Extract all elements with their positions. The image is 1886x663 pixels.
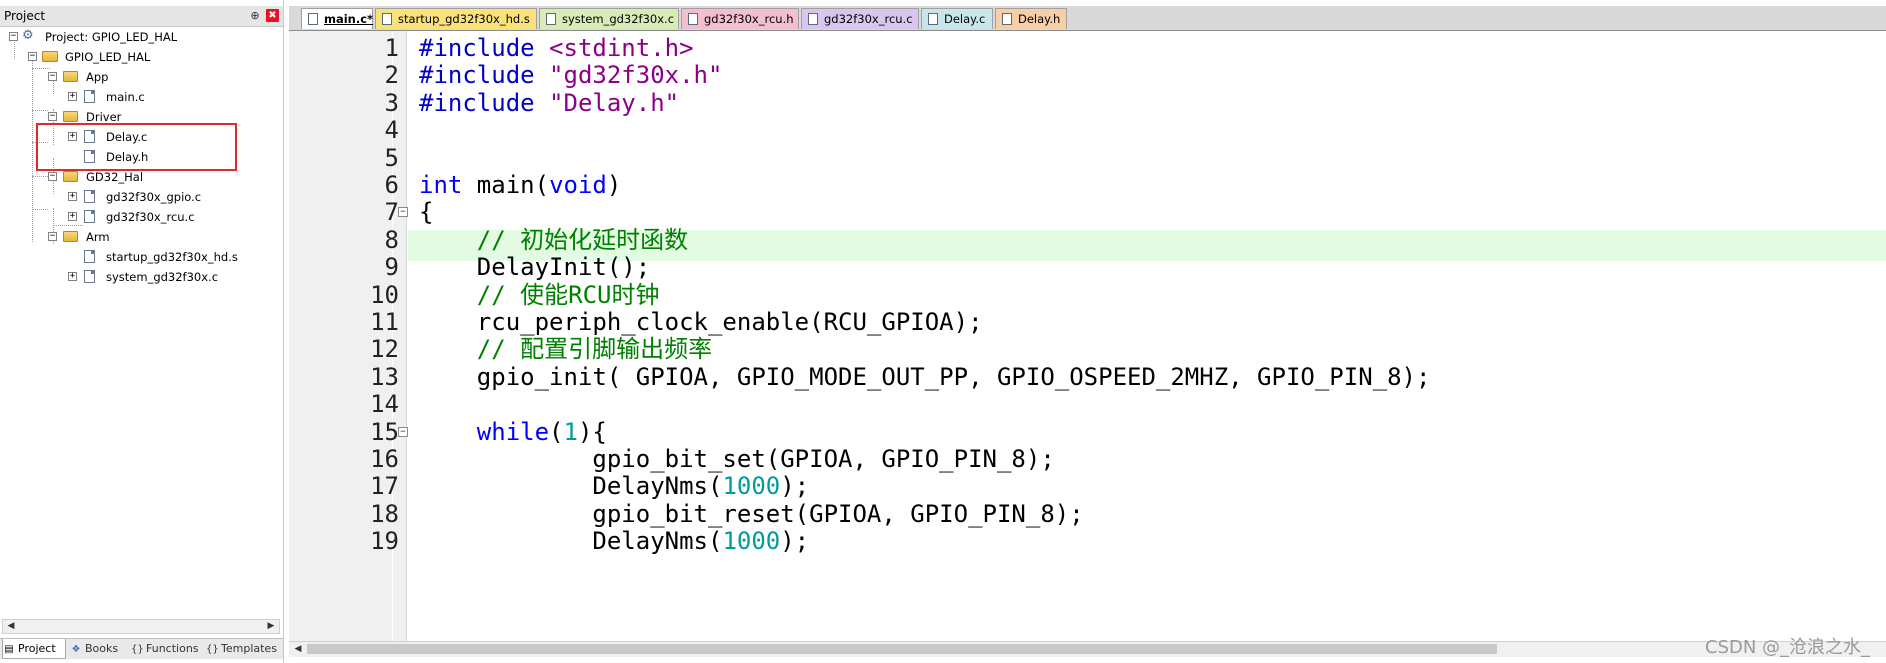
tree-node-label: gd32f30x_gpio.c [106, 190, 202, 204]
code-lines: 1 #include <stdint.h> 2 #include "gd32f30x.… [289, 31, 1886, 641]
header-file-icon [1002, 13, 1012, 25]
functions-icon: {} [131, 644, 144, 655]
tree-node-label: gd32f30x_rcu.c [106, 210, 195, 224]
tree-node-file-main-c[interactable]: + main.c [0, 88, 200, 106]
header-file-icon [688, 13, 698, 25]
tree-node-label: GPIO_LED_HAL [65, 50, 151, 64]
project-bottom-tabs: ▤ Project ❖ Books {} Functions {} Templates [0, 638, 283, 659]
tree-node-file-gpio-c[interactable]: + gd32f30x_gpio.c [0, 188, 220, 206]
project-tab-icon: ▤ [4, 644, 14, 655]
collapse-toggle[interactable]: − [48, 232, 57, 241]
tab-label: Delay.c [944, 12, 986, 26]
tab-rcu-c[interactable]: gd32f30x_rcu.c [801, 8, 919, 29]
c-file-icon [84, 90, 95, 103]
scroll-left-icon[interactable]: ◀ [292, 643, 304, 655]
tab-rcu-h[interactable]: gd32f30x_rcu.h [681, 8, 799, 29]
tree-node-target[interactable]: − GPIO_LED_HAL [0, 48, 200, 66]
folder-open-icon [63, 111, 78, 122]
tab-books[interactable]: ❖ Books [70, 639, 126, 658]
asm-file-icon [382, 13, 392, 25]
tab-delay-h[interactable]: Delay.h [995, 8, 1067, 29]
collapse-toggle[interactable]: − [48, 72, 57, 81]
editor-horizontal-scrollbar[interactable]: ◀ [289, 641, 1886, 657]
expand-toggle[interactable]: + [68, 212, 77, 221]
tree-node-label: startup_gd32f30x_hd.s [106, 250, 238, 264]
collapse-toggle[interactable]: − [48, 172, 57, 181]
c-file-icon [84, 270, 95, 283]
tab-label: Delay.h [1018, 12, 1061, 26]
tree-node-label: main.c [106, 90, 145, 104]
project-panel-header: Project ⊕ ✖ [0, 6, 283, 27]
code-line: #include "Delay.h" [419, 88, 680, 117]
code-line: gpio_init( GPIOA, GPIO_MODE_OUT_PP, GPIO… [419, 362, 1431, 391]
c-file-icon [84, 190, 95, 203]
tab-label: Templates [221, 642, 277, 655]
tab-label: startup_gd32f30x_hd.s [398, 12, 530, 26]
tree-node-group-arm[interactable]: − Arm [0, 228, 200, 246]
asm-file-icon [84, 250, 95, 263]
tree-node-project-root[interactable]: − ⚙ Project: GPIO_LED_HAL [0, 28, 200, 46]
watermark: CSDN @_沧浪之水_ [1705, 637, 1871, 658]
tree-node-group-app[interactable]: − App [0, 68, 200, 86]
expand-toggle[interactable]: + [68, 272, 77, 281]
tab-startup-s[interactable]: startup_gd32f30x_hd.s [375, 8, 537, 29]
fold-toggle[interactable]: − [398, 426, 408, 437]
tab-templates[interactable]: {} Templates [206, 639, 282, 658]
folder-open-icon [63, 171, 78, 182]
project-horizontal-scrollbar[interactable]: ◀ ▶ [2, 619, 280, 634]
fold-toggle[interactable]: − [398, 207, 408, 218]
tab-label: main.c* [324, 12, 374, 26]
editor-tab-bar: main.c* startup_gd32f30x_hd.s system_gd3… [289, 6, 1886, 31]
project-panel: Project ⊕ ✖ − ⚙ Project: GPIO_LED_HAL − … [0, 0, 284, 663]
c-file-icon [308, 13, 318, 25]
scrollbar-thumb[interactable] [307, 644, 1497, 654]
expand-toggle[interactable]: + [68, 192, 77, 201]
scroll-left-icon[interactable]: ◀ [4, 620, 18, 633]
code-editor: main.c* startup_gd32f30x_hd.s system_gd3… [289, 0, 1886, 663]
tab-delay-c[interactable]: Delay.c [921, 8, 993, 29]
tab-project[interactable]: ▤ Project [2, 639, 66, 659]
c-file-icon [808, 13, 818, 25]
line-number: 19 [370, 527, 399, 556]
tab-label: system_gd32f30x.c [562, 12, 675, 26]
tree-node-label: GD32_Hal [86, 170, 144, 184]
tree-node-file-system-c[interactable]: + system_gd32f30x.c [0, 268, 240, 286]
tree-node-file-startup-s[interactable]: startup_gd32f30x_hd.s [0, 248, 240, 266]
tree-node-label: App [86, 70, 109, 84]
annotation-highlight-box [36, 123, 237, 171]
tab-label: Books [85, 642, 119, 655]
expand-toggle[interactable]: + [68, 92, 77, 101]
project-tree: − ⚙ Project: GPIO_LED_HAL − GPIO_LED_HAL… [0, 28, 283, 618]
tab-main-c[interactable]: main.c* [301, 8, 373, 29]
close-icon[interactable]: ✖ [266, 9, 279, 22]
books-icon: ❖ [71, 644, 81, 655]
c-file-icon [546, 13, 556, 25]
c-file-icon [928, 13, 938, 25]
tab-system-c[interactable]: system_gd32f30x.c [539, 8, 679, 29]
scroll-right-icon[interactable]: ▶ [264, 620, 278, 633]
tab-label: Project [18, 642, 56, 655]
tab-functions[interactable]: {} Functions [131, 639, 203, 658]
c-file-icon [84, 210, 95, 223]
code-line: DelayNms(1000); [419, 527, 810, 556]
target-folder-icon [42, 51, 58, 62]
folder-open-icon [63, 71, 78, 82]
collapse-toggle[interactable]: − [28, 52, 37, 61]
folder-open-icon [63, 231, 78, 242]
templates-icon: {} [206, 644, 219, 655]
collapse-toggle[interactable]: − [9, 32, 18, 41]
tab-label: gd32f30x_rcu.h [704, 12, 794, 26]
tree-node-label: Arm [86, 230, 110, 244]
tree-node-label: system_gd32f30x.c [106, 270, 219, 284]
project-panel-title: Project [4, 9, 46, 23]
tab-label: gd32f30x_rcu.c [824, 12, 913, 26]
pin-icon[interactable]: ⊕ [249, 9, 261, 22]
code-line: int main(void) [419, 171, 622, 199]
tree-node-label: Project: GPIO_LED_HAL [45, 30, 178, 44]
tree-node-file-rcu-c[interactable]: + gd32f30x_rcu.c [0, 208, 220, 226]
project-icon: ⚙ [22, 28, 34, 43]
collapse-toggle[interactable]: − [48, 112, 57, 121]
tab-label: Functions [146, 642, 199, 655]
tree-node-label: Driver [86, 110, 122, 124]
